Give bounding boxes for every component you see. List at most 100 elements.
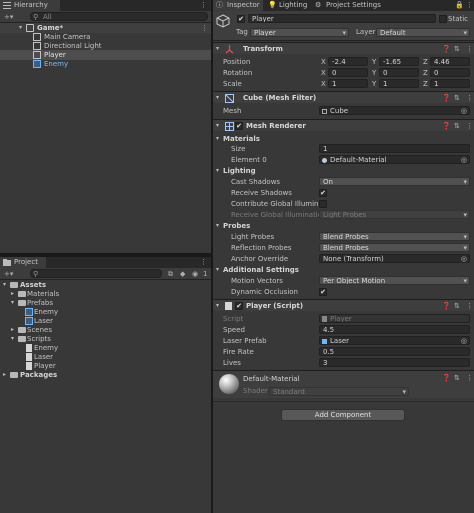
probes-foldout-icon[interactable]: ▾: [216, 221, 219, 231]
reflection-probes-dropdown[interactable]: Blend Probes: [319, 243, 470, 252]
hierarchy-menu-icon[interactable]: ⋮: [200, 0, 207, 11]
transform-title: Transform: [243, 45, 283, 53]
mesh-filter-title: Cube (Mesh Filter): [243, 94, 317, 102]
component-menu-icon[interactable]: ⋮: [466, 121, 473, 131]
materials-foldout-icon[interactable]: ▾: [216, 134, 219, 144]
preset-icon[interactable]: ⇅: [454, 93, 460, 103]
tab-project[interactable]: Project: [0, 257, 46, 268]
collapse-arrow-icon[interactable]: ▾: [216, 301, 219, 311]
hierarchy-item[interactable]: Enemy: [0, 59, 211, 69]
position-x-field[interactable]: -2.4: [328, 57, 368, 66]
mesh-object-field[interactable]: Cube ◎: [319, 106, 470, 115]
expand-arrow-icon[interactable]: ▸: [3, 370, 6, 380]
tab-inspector[interactable]: ⓘ Inspector: [213, 0, 263, 11]
static-checkbox[interactable]: [439, 15, 447, 23]
additional-settings-label[interactable]: Additional Settings: [223, 265, 299, 275]
tag-dropdown[interactable]: Player: [250, 28, 349, 37]
lighting-section-label[interactable]: Lighting: [223, 166, 256, 176]
mesh-renderer-enabled-checkbox[interactable]: ✔: [235, 122, 243, 130]
object-picker-icon[interactable]: ◎: [461, 337, 467, 344]
element-0-value: Default-Material: [330, 156, 387, 164]
laser-prefab-label: Laser Prefab: [223, 337, 267, 345]
component-menu-icon[interactable]: ⋮: [466, 93, 473, 103]
player-script-header[interactable]: ▾ ✔ Player (Script) ❓ ⇅ ⋮: [213, 299, 474, 311]
active-checkbox[interactable]: ✔: [237, 15, 245, 23]
preset-icon[interactable]: ⇅: [454, 121, 460, 131]
help-icon[interactable]: ❓: [442, 301, 451, 311]
help-icon[interactable]: ❓: [442, 373, 451, 383]
search-icon: ⚲: [33, 13, 39, 21]
help-icon[interactable]: ❓: [442, 93, 451, 103]
additional-settings-foldout-icon[interactable]: ▾: [216, 265, 219, 275]
tab-hierarchy[interactable]: Hierarchy: [0, 0, 60, 11]
position-z-field[interactable]: 4.46: [430, 57, 470, 66]
transform-header[interactable]: ▾ Transform ❓ ⇅ ⋮: [213, 42, 474, 54]
rotation-x-field[interactable]: 0: [328, 68, 368, 77]
materials-label[interactable]: Materials: [223, 134, 260, 144]
component-menu-icon[interactable]: ⋮: [466, 373, 473, 383]
speed-field[interactable]: 4.5: [319, 325, 470, 334]
position-y-field[interactable]: -1.65: [379, 57, 419, 66]
csharp-script-icon: [26, 353, 32, 361]
filter-by-label-icon[interactable]: ◆: [180, 269, 185, 279]
project-menu-icon[interactable]: ⋮: [200, 257, 207, 268]
folder-icon: [3, 259, 11, 266]
create-plus-icon[interactable]: +▾: [4, 269, 13, 279]
inspector-menu-icon[interactable]: ⋮: [466, 0, 473, 11]
light-probes-dropdown[interactable]: Blend Probes: [319, 232, 470, 241]
preset-icon[interactable]: ⇅: [454, 44, 460, 54]
component-menu-icon[interactable]: ⋮: [466, 301, 473, 311]
collapse-arrow-icon[interactable]: ▾: [216, 93, 219, 103]
hierarchy-search-input[interactable]: ⚲ All: [30, 12, 208, 21]
preset-icon[interactable]: ⇅: [454, 373, 460, 383]
lives-field[interactable]: 3: [319, 358, 470, 367]
cast-shadows-dropdown[interactable]: On: [319, 177, 470, 186]
object-name-input[interactable]: Player: [248, 14, 436, 23]
lock-icon[interactable]: 🔒: [455, 0, 464, 11]
project-panel: Project ⋮ +▾ ⚲ ⧉ ◆ ◉ 1 ▾ Assets ▸ Materi…: [0, 257, 211, 513]
receive-shadows-checkbox[interactable]: ✔: [319, 189, 327, 197]
scale-z-field[interactable]: 1: [430, 79, 470, 88]
tab-lighting[interactable]: 💡 Lighting: [265, 0, 313, 11]
element-0-object-field[interactable]: Default-Material ◎: [319, 155, 470, 164]
collapse-arrow-icon[interactable]: ▾: [216, 44, 219, 54]
contribute-gi-checkbox[interactable]: [319, 200, 327, 208]
player-script-enabled-checkbox[interactable]: ✔: [235, 302, 243, 310]
object-picker-icon[interactable]: ◎: [461, 107, 467, 114]
component-menu-icon[interactable]: ⋮: [466, 44, 473, 54]
preset-icon[interactable]: ⇅: [454, 301, 460, 311]
collapse-arrow-icon[interactable]: ▾: [216, 121, 219, 131]
help-icon[interactable]: ❓: [442, 44, 451, 54]
folder-icon: [10, 282, 18, 288]
layer-dropdown[interactable]: Default: [376, 28, 470, 37]
mesh-filter-header[interactable]: ▾ Cube (Mesh Filter) ❓ ⇅ ⋮: [213, 91, 474, 103]
rotation-z-field[interactable]: 0: [430, 68, 470, 77]
probes-section-label[interactable]: Probes: [223, 221, 250, 231]
add-component-button[interactable]: Add Component: [281, 409, 405, 421]
scale-y-field[interactable]: 1: [379, 79, 419, 88]
dynamic-occlusion-checkbox[interactable]: ✔: [319, 288, 327, 296]
scene-icon: [26, 24, 34, 32]
filter-by-type-icon[interactable]: ⧉: [168, 269, 173, 279]
materials-size-field[interactable]: 1: [319, 144, 470, 153]
hierarchy-toolbar: +▾ ⚲ All: [0, 11, 211, 23]
prefab-icon: [25, 317, 33, 325]
object-picker-icon[interactable]: ◎: [461, 255, 467, 262]
project-search-input[interactable]: ⚲: [30, 269, 162, 278]
csharp-script-icon: [26, 362, 32, 370]
tab-project-settings[interactable]: ⚙ Project Settings: [312, 0, 392, 11]
anchor-override-field[interactable]: None (Transform) ◎: [319, 254, 470, 263]
rotation-y-field[interactable]: 0: [379, 68, 419, 77]
project-tree-item[interactable]: ▸ Packages: [0, 370, 211, 380]
eye-icon[interactable]: ◉: [192, 269, 198, 279]
mesh-renderer-header[interactable]: ▾ ✔ Mesh Renderer ❓ ⇅ ⋮: [213, 119, 474, 131]
lighting-foldout-icon[interactable]: ▾: [216, 166, 219, 176]
motion-vectors-dropdown[interactable]: Per Object Motion: [319, 276, 470, 285]
laser-prefab-field[interactable]: Laser ◎: [319, 336, 470, 345]
help-icon[interactable]: ❓: [442, 121, 451, 131]
tag-label: Tag: [236, 28, 248, 36]
fire-rate-field[interactable]: 0.5: [319, 347, 470, 356]
object-picker-icon[interactable]: ◎: [461, 156, 467, 163]
create-plus-icon[interactable]: +▾: [4, 12, 13, 22]
scale-x-field[interactable]: 1: [328, 79, 368, 88]
